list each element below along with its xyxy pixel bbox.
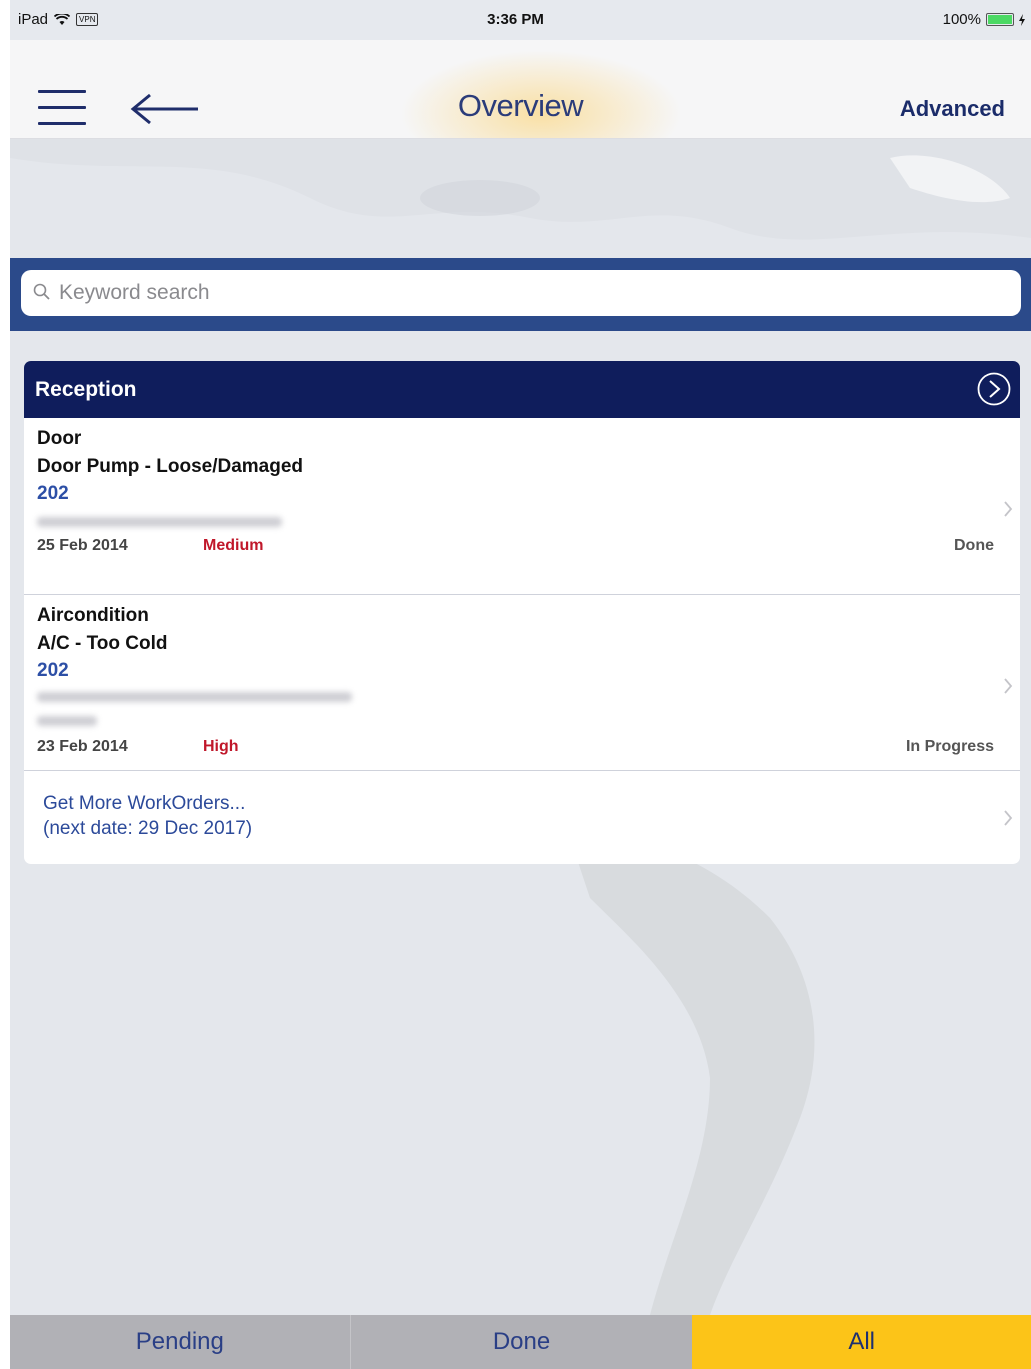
battery-percent: 100% (942, 11, 981, 28)
workorder-room: 202 (37, 483, 69, 504)
workorder-row[interactable]: Aircondition A/C - Too Cold 202 23 Feb 2… (24, 595, 1020, 771)
workorder-date: 23 Feb 2014 (37, 738, 128, 755)
get-more-label: Get More WorkOrders... (43, 793, 246, 814)
search-input[interactable] (59, 270, 999, 316)
navigation-bar: Overview Advanced (10, 40, 1031, 139)
redacted-description (37, 692, 352, 702)
battery-icon (986, 13, 1014, 26)
workorder-row[interactable]: Door Door Pump - Loose/Damaged 202 25 Fe… (24, 418, 1020, 595)
page-title: Overview (457, 88, 584, 123)
next-date-label: (next date: 29 Dec 2017) (43, 818, 253, 839)
get-more-workorders-row[interactable]: Get More WorkOrders... (next date: 29 De… (24, 771, 1020, 864)
filter-tab-bar: Pending Done All (10, 1315, 1031, 1369)
workorder-list-card: Reception Door Door Pump - Loose/Damaged… (24, 361, 1020, 864)
section-header[interactable]: Reception (24, 361, 1020, 418)
workorder-category: Door (37, 428, 82, 449)
workorder-priority: Medium (203, 537, 264, 554)
charging-icon (1019, 13, 1025, 26)
workorder-date: 25 Feb 2014 (37, 537, 128, 554)
advanced-button[interactable]: Advanced (900, 96, 1005, 122)
status-time: 3:36 PM (487, 11, 544, 28)
tab-pending[interactable]: Pending (10, 1315, 351, 1369)
workorder-priority: High (203, 738, 239, 755)
workorder-title: Door Pump - Loose/Damaged (37, 456, 304, 477)
redacted-description (37, 716, 97, 726)
workorder-category: Aircondition (37, 605, 149, 626)
search-icon (33, 283, 50, 300)
status-right: 100% (943, 11, 1025, 28)
tab-done[interactable]: Done (350, 1315, 693, 1369)
search-box[interactable] (21, 270, 1021, 316)
workorder-room: 202 (37, 660, 69, 681)
redacted-description (37, 517, 282, 527)
workorder-status: In Progress (905, 738, 994, 755)
section-title: Reception (35, 378, 137, 401)
tab-all[interactable]: All (692, 1315, 1031, 1369)
circle-chevron-right-icon[interactable] (977, 372, 1011, 406)
chevron-right-icon (1004, 501, 1013, 517)
chevron-right-icon (1004, 678, 1013, 694)
workorder-status: Done (954, 537, 994, 554)
chevron-right-icon (1004, 810, 1013, 826)
search-bar-container (10, 258, 1031, 331)
workorder-title: A/C - Too Cold (37, 633, 168, 654)
status-bar: iPad VPN 3:36 PM 100% (0, 0, 1031, 40)
